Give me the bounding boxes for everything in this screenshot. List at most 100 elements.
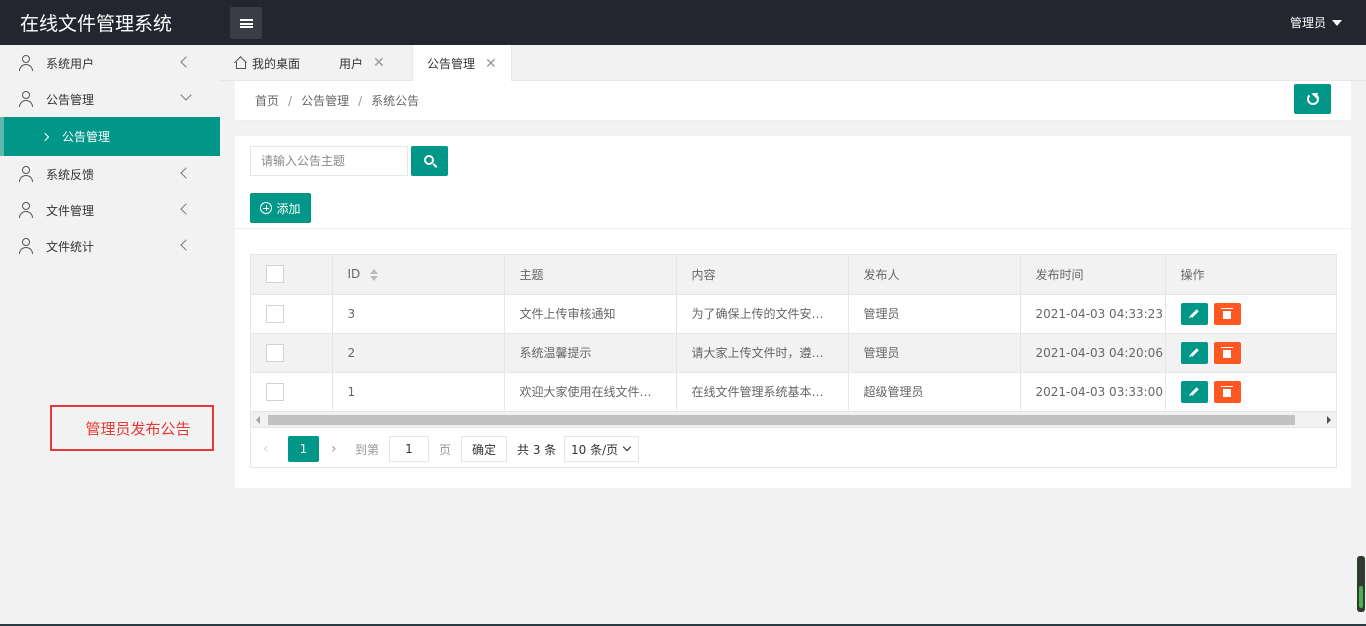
- sort-icon[interactable]: [370, 268, 379, 281]
- table-row: 3 文件上传审核通知 为了确保上传的文件安… 管理员 2021-04-03 04…: [251, 294, 1336, 334]
- cell-time: 2021-04-03 04:33:23: [1020, 294, 1166, 334]
- total-count: 共 3 条: [517, 442, 557, 457]
- top-bar: 在线文件管理系统 管理员: [0, 0, 1366, 45]
- chevron-left-icon: [180, 203, 192, 215]
- plus-circle-icon: [260, 202, 273, 214]
- close-icon[interactable]: ✕: [373, 55, 385, 71]
- trash-icon: [1221, 346, 1233, 358]
- breadcrumb: 首页 / 公告管理 / 系统公告: [255, 94, 420, 108]
- app-title: 在线文件管理系统: [20, 13, 173, 35]
- page-scrollbar[interactable]: [1357, 556, 1365, 612]
- pencil-icon: [1189, 387, 1199, 396]
- chevron-right-icon: [40, 132, 50, 141]
- tab-users[interactable]: 用户 ✕: [339, 45, 385, 81]
- sidebar-item-file-stats[interactable]: 文件统计: [0, 228, 220, 264]
- refresh-icon: [1306, 93, 1319, 105]
- data-table: ID 主题 内容 发布人 发布时间 操作 3 文件上传审核通知 为了确保上传的文…: [250, 254, 1337, 468]
- search-icon: [423, 155, 434, 165]
- menu-toggle-button[interactable]: [230, 7, 262, 39]
- tab-announcements[interactable]: 公告管理 ✕: [412, 45, 512, 82]
- edit-button[interactable]: [1180, 380, 1208, 403]
- breadcrumb-home[interactable]: 首页: [255, 94, 279, 108]
- breadcrumb-current: 系统公告: [371, 94, 420, 108]
- sidebar-item-label: 公告管理: [46, 92, 95, 107]
- sidebar-item-feedback[interactable]: 系统反馈: [0, 156, 220, 192]
- delete-button[interactable]: [1213, 380, 1241, 403]
- edit-button[interactable]: [1180, 341, 1208, 364]
- user-icon: [18, 55, 34, 71]
- cell-content: 为了确保上传的文件安…: [676, 294, 849, 334]
- user-icon: [18, 238, 34, 254]
- page-jump-input[interactable]: 1: [389, 436, 429, 462]
- tab-bar: 我的桌面 用户 ✕ 公告管理 ✕: [220, 45, 1366, 82]
- add-button[interactable]: 添加: [250, 193, 311, 223]
- sidebar-subitem-announcements[interactable]: 公告管理: [0, 117, 220, 156]
- cell-publisher: 管理员: [848, 333, 1021, 373]
- breadcrumb-section[interactable]: 公告管理: [301, 94, 349, 108]
- cell-id: 1: [332, 372, 505, 412]
- cell-content: 在线文件管理系统基本…: [676, 372, 849, 412]
- sidebar-item-announcements[interactable]: 公告管理: [0, 81, 220, 117]
- sidebar-item-label: 文件统计: [46, 239, 95, 254]
- divider: [235, 228, 1351, 229]
- search-input[interactable]: [250, 146, 408, 176]
- horizontal-scrollbar[interactable]: [251, 411, 1336, 427]
- header-actions: 操作: [1165, 255, 1336, 295]
- delete-button[interactable]: [1213, 302, 1241, 325]
- cell-subject: 欢迎大家使用在线文件…: [504, 372, 677, 412]
- cell-time: 2021-04-03 03:33:00: [1020, 372, 1166, 412]
- header-time: 发布时间: [1020, 255, 1166, 295]
- edit-button[interactable]: [1180, 302, 1208, 325]
- annotation-box: 管理员发布公告: [50, 405, 214, 451]
- scroll-right-icon[interactable]: [1327, 416, 1331, 424]
- sidebar-item-file-management[interactable]: 文件管理: [0, 192, 220, 228]
- table-row: 1 欢迎大家使用在线文件… 在线文件管理系统基本… 超级管理员 2021-04-…: [251, 372, 1336, 412]
- next-page-button[interactable]: ›: [331, 436, 337, 462]
- user-icon: [18, 166, 34, 182]
- tab-label: 公告管理: [427, 57, 476, 71]
- pencil-icon: [1189, 309, 1199, 318]
- add-button-label: 添加: [276, 201, 301, 216]
- page-unit-label: 页: [439, 442, 452, 457]
- chevron-left-icon: [180, 167, 192, 179]
- refresh-button[interactable]: [1294, 84, 1331, 114]
- header-id[interactable]: ID: [332, 255, 505, 295]
- search-button[interactable]: [411, 146, 448, 176]
- confirm-jump-button[interactable]: 确定: [461, 436, 507, 462]
- tab-label: 用户: [339, 56, 364, 71]
- close-icon[interactable]: ✕: [485, 56, 497, 72]
- cell-id: 3: [332, 294, 505, 334]
- table-header-row: ID 主题 内容 发布人 发布时间 操作: [251, 255, 1336, 295]
- goto-label: 到第: [355, 442, 380, 457]
- cell-subject: 系统温馨提示: [504, 333, 677, 373]
- chevron-left-icon: [180, 56, 192, 68]
- header-checkbox-cell: [251, 255, 333, 295]
- header-content: 内容: [676, 255, 849, 295]
- home-icon: [234, 57, 246, 69]
- row-checkbox[interactable]: [266, 304, 284, 323]
- sidebar-item-label: 公告管理: [62, 130, 111, 144]
- sidebar: 系统用户 公告管理 公告管理 系统反馈 文件管理 文件统计: [0, 45, 220, 626]
- cell-actions: [1165, 333, 1336, 373]
- scrollbar-thumb[interactable]: [268, 415, 1295, 425]
- row-checkbox[interactable]: [266, 343, 284, 362]
- table-row: 2 系统温馨提示 请大家上传文件时，遵… 管理员 2021-04-03 04:2…: [251, 333, 1336, 373]
- cell-publisher: 超级管理员: [848, 372, 1021, 412]
- chevron-left-icon: [180, 239, 192, 251]
- header-subject: 主题: [504, 255, 677, 295]
- scroll-left-icon[interactable]: [256, 416, 260, 424]
- sidebar-item-system-users[interactable]: 系统用户: [0, 45, 220, 81]
- delete-button[interactable]: [1213, 341, 1241, 364]
- header-publisher: 发布人: [848, 255, 1021, 295]
- user-menu[interactable]: 管理员: [1290, 14, 1342, 31]
- select-all-checkbox[interactable]: [266, 265, 284, 284]
- cell-publisher: 管理员: [848, 294, 1021, 334]
- tab-desktop[interactable]: 我的桌面: [234, 45, 300, 81]
- prev-page-button[interactable]: ‹: [263, 436, 269, 462]
- hamburger-icon: [239, 18, 253, 28]
- page-size-select[interactable]: 10 条/页: [564, 436, 639, 462]
- page-current[interactable]: 1: [288, 436, 319, 462]
- row-checkbox[interactable]: [266, 382, 284, 401]
- caret-down-icon: [1332, 19, 1342, 26]
- pagination: ‹ 1 › 到第 1 页 确定 共 3 条 10 条/页: [251, 427, 1336, 467]
